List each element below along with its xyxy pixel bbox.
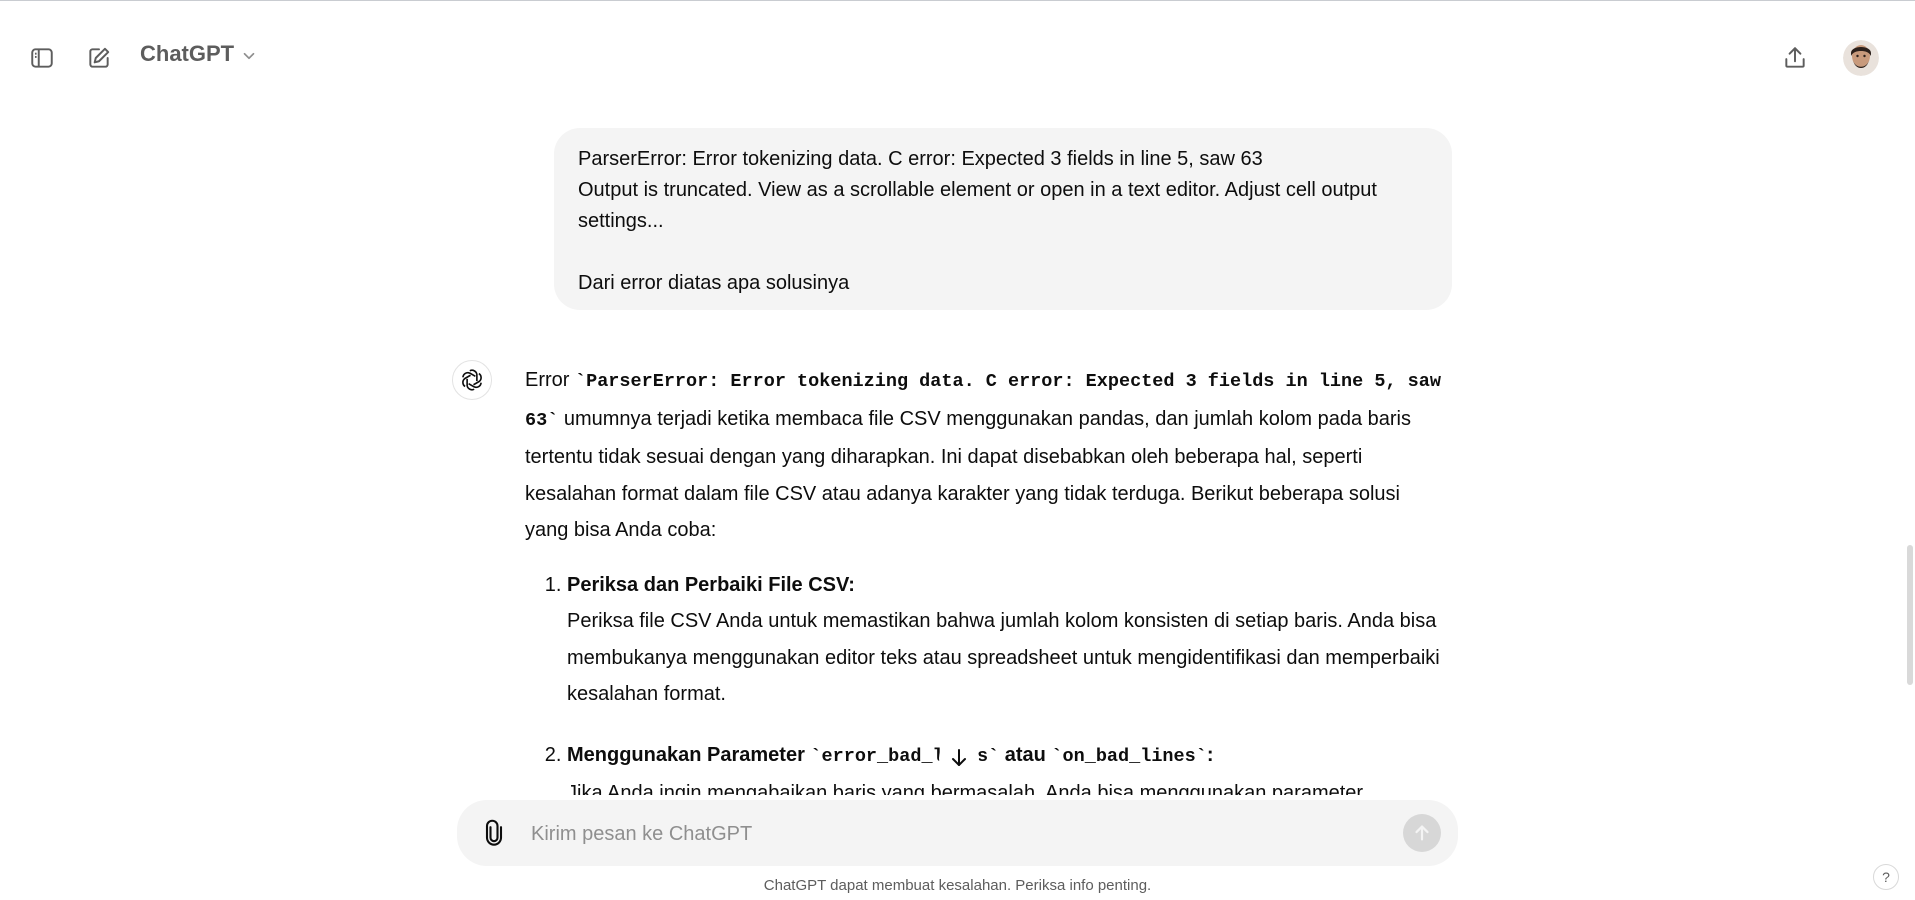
message-composer xyxy=(457,800,1458,866)
step-title-suffix: : xyxy=(1206,743,1214,766)
user-message-bubble: ParserError: Error tokenizing data. C er… xyxy=(554,128,1452,310)
solution-list: Periksa dan Perbaiki File CSV: Periksa f… xyxy=(525,567,1445,803)
user-message-line: ParserError: Error tokenizing data. C er… xyxy=(578,148,1263,170)
sidebar-toggle-icon xyxy=(31,48,53,68)
share-icon xyxy=(1785,47,1805,68)
paperclip-icon xyxy=(485,819,503,846)
new-chat-button[interactable] xyxy=(79,38,119,78)
arrow-up-icon xyxy=(1415,825,1429,841)
assistant-avatar xyxy=(452,360,492,400)
model-name: ChatGPT xyxy=(140,41,235,66)
new-chat-icon xyxy=(89,47,110,68)
user-message-line: Output is truncated. View as a scrollabl… xyxy=(578,179,1383,232)
step-title: Periksa dan Perbaiki File CSV: xyxy=(567,573,855,596)
step-title: Menggunakan Parameter `error_bad_lines` … xyxy=(567,737,1445,776)
disclaimer-text: ChatGPT dapat membuat kesalahan. Periksa… xyxy=(763,877,1152,894)
sidebar-toggle-button[interactable] xyxy=(22,38,62,78)
attach-file-button[interactable] xyxy=(477,816,511,850)
chevron-down-icon xyxy=(243,52,255,59)
share-button[interactable] xyxy=(1775,38,1815,78)
assistant-message: Error `ParserError: Error tokenizing dat… xyxy=(525,362,1445,802)
step-body: Periksa file CSV Anda untuk memastikan b… xyxy=(567,610,1440,705)
intro-rest: umumnya terjadi ketika membaca file CSV … xyxy=(525,407,1411,542)
scroll-to-bottom-button[interactable] xyxy=(939,738,979,778)
step-title-prefix: Menggunakan Parameter xyxy=(567,743,811,766)
user-avatar[interactable] xyxy=(1843,40,1879,76)
intro-prefix: Error xyxy=(525,369,575,391)
step-title-code: `on_bad_lines` xyxy=(1051,745,1207,767)
list-item: Menggunakan Parameter `error_bad_lines` … xyxy=(567,737,1445,803)
step-title-mid: atau xyxy=(999,743,1052,766)
user-message-line xyxy=(578,237,1428,268)
model-selector[interactable]: ChatGPT xyxy=(140,41,258,67)
arrow-down-icon xyxy=(952,749,966,766)
header: ChatGPT xyxy=(0,0,1915,118)
openai-logo-icon xyxy=(462,369,482,391)
user-avatar-icon xyxy=(1843,40,1879,76)
message-input[interactable] xyxy=(529,812,1353,856)
user-message-line: Dari error diatas apa solusinya xyxy=(578,272,850,294)
list-item: Periksa dan Perbaiki File CSV: Periksa f… xyxy=(567,567,1445,713)
help-button[interactable]: ? xyxy=(1873,864,1899,890)
scrollbar-thumb[interactable] xyxy=(1907,545,1913,685)
send-button[interactable] xyxy=(1403,814,1441,852)
assistant-intro: Error `ParserError: Error tokenizing dat… xyxy=(525,362,1445,549)
